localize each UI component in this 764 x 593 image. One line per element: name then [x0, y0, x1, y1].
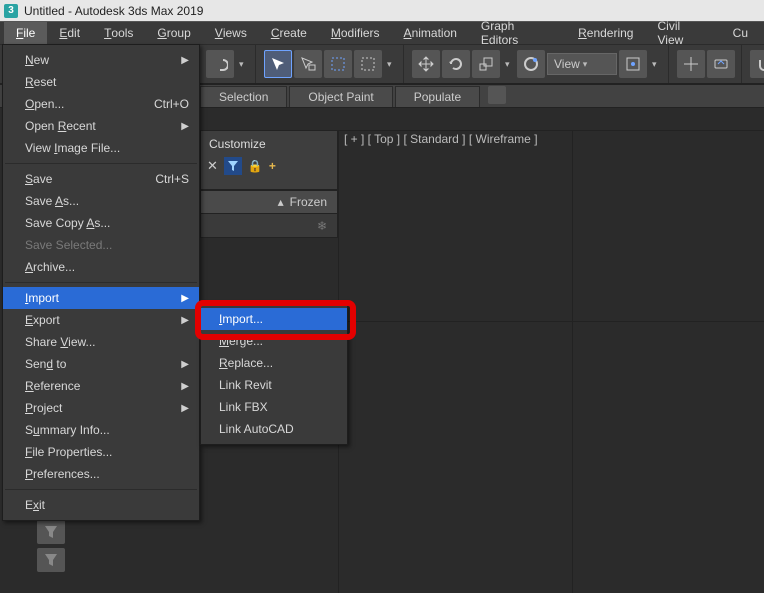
scene-explorer-header: Customize ✕ 🔒 + [200, 130, 338, 190]
submenu-arrow-icon: ▶ [181, 359, 189, 370]
file-menu-file-properties[interactable]: File Properties... [3, 441, 199, 463]
display-filter-icon[interactable] [224, 157, 242, 175]
dropdown-arrow-icon[interactable]: ▾ [239, 59, 249, 70]
explorer-icon-column [37, 520, 65, 572]
import-menu-link-revit[interactable]: Link Revit [201, 374, 347, 396]
menu-modifiers[interactable]: Modifiers [319, 22, 392, 44]
file-menu-new[interactable]: New▶ [3, 49, 199, 71]
lock-icon[interactable]: 🔒 [248, 159, 263, 173]
file-menu-project[interactable]: Project▶ [3, 397, 199, 419]
frozen-icon: ❄ [317, 219, 327, 233]
import-submenu: Import...Merge...Replace...Link RevitLin… [200, 303, 348, 445]
select-object-icon[interactable] [264, 50, 292, 78]
file-menu-send-to[interactable]: Send to▶ [3, 353, 199, 375]
viewport-area[interactable] [338, 130, 764, 593]
submenu-arrow-icon: ▶ [181, 315, 189, 326]
column-header-frozen[interactable]: ▴ Frozen [200, 190, 338, 214]
placement-icon[interactable] [517, 50, 545, 78]
ref-coord-dropdown[interactable]: View▾ [547, 53, 617, 75]
filter-objects-icon[interactable] [37, 520, 65, 544]
file-menu-save-as[interactable]: Save As... [3, 190, 199, 212]
file-menu-reset[interactable]: Reset [3, 71, 199, 93]
scale-icon[interactable] [472, 50, 500, 78]
column-label: Frozen [290, 195, 327, 209]
file-menu-open-recent[interactable]: Open Recent▶ [3, 115, 199, 137]
scene-row[interactable]: ❄ [200, 214, 338, 238]
dropdown-arrow-icon[interactable]: ▾ [652, 59, 662, 70]
add-icon[interactable]: + [269, 159, 276, 173]
menu-group[interactable]: Group [145, 22, 202, 44]
submenu-arrow-icon: ▶ [181, 293, 189, 304]
file-menu-view-image-file[interactable]: View Image File... [3, 137, 199, 159]
window-title: Untitled - Autodesk 3ds Max 2019 [24, 4, 203, 18]
file-menu-save-selected: Save Selected... [3, 234, 199, 256]
menu-rendering[interactable]: Rendering [566, 22, 645, 44]
file-menu-save-copy-as[interactable]: Save Copy As... [3, 212, 199, 234]
select-by-name-icon[interactable] [294, 50, 322, 78]
import-menu-import[interactable]: Import... [201, 308, 347, 330]
dropdown-arrow-icon[interactable]: ▾ [505, 59, 515, 70]
rectangular-region-icon[interactable] [324, 50, 352, 78]
use-pivot-icon[interactable] [619, 50, 647, 78]
file-menu-import[interactable]: Import▶ [3, 287, 199, 309]
window-crossing-icon[interactable] [354, 50, 382, 78]
menu-create[interactable]: Create [259, 22, 319, 44]
filter-shapes-icon[interactable] [37, 548, 65, 572]
sort-arrow-icon: ▴ [278, 195, 284, 209]
menu-animation[interactable]: Animation [392, 22, 469, 44]
rotate-icon[interactable] [442, 50, 470, 78]
file-menu-reference[interactable]: Reference▶ [3, 375, 199, 397]
shortcut-label: Ctrl+O [154, 97, 189, 111]
import-menu-link-fbx[interactable]: Link FBX [201, 396, 347, 418]
snap-icon[interactable] [750, 50, 764, 78]
file-menu-archive[interactable]: Archive... [3, 256, 199, 278]
import-menu-replace[interactable]: Replace... [201, 352, 347, 374]
manipulate-icon[interactable] [677, 50, 705, 78]
file-menu-save[interactable]: SaveCtrl+S [3, 168, 199, 190]
menu-views[interactable]: Views [203, 22, 259, 44]
menu-file[interactable]: File [4, 22, 47, 44]
menu-edit[interactable]: Edit [47, 22, 92, 44]
submenu-arrow-icon: ▶ [181, 381, 189, 392]
import-menu-merge[interactable]: Merge... [201, 330, 347, 352]
import-menu-link-autocad[interactable]: Link AutoCAD [201, 418, 347, 440]
file-menu-dropdown: New▶ResetOpen...Ctrl+OOpen Recent▶View I… [2, 44, 200, 521]
keyboard-shortcut-icon[interactable] [707, 50, 735, 78]
menu-graph-editors[interactable]: Graph Editors [469, 22, 566, 44]
submenu-arrow-icon: ▶ [181, 55, 189, 66]
close-icon[interactable]: ✕ [207, 158, 218, 174]
tab-selection[interactable]: Selection [200, 86, 287, 107]
undo-icon[interactable] [206, 50, 234, 78]
file-menu-open[interactable]: Open...Ctrl+O [3, 93, 199, 115]
menu-tools[interactable]: Tools [92, 22, 145, 44]
file-menu-summary-info[interactable]: Summary Info... [3, 419, 199, 441]
submenu-arrow-icon: ▶ [181, 403, 189, 414]
menu-civil-view[interactable]: Civil View [645, 22, 720, 44]
move-icon[interactable] [412, 50, 440, 78]
submenu-arrow-icon: ▶ [181, 121, 189, 132]
ref-coord-label: View [554, 57, 580, 71]
menu-bar: FileEditToolsGroupViewsCreateModifiersAn… [0, 22, 764, 44]
shortcut-label: Ctrl+S [155, 172, 189, 186]
dropdown-arrow-icon[interactable]: ▾ [387, 59, 397, 70]
app-icon: 3 [4, 4, 18, 18]
ribbon-expand-icon[interactable] [488, 86, 506, 104]
file-menu-exit[interactable]: Exit [3, 494, 199, 516]
title-bar: 3 Untitled - Autodesk 3ds Max 2019 [0, 0, 764, 22]
file-menu-preferences[interactable]: Preferences... [3, 463, 199, 485]
tab-object-paint[interactable]: Object Paint [289, 86, 392, 107]
file-menu-share-view[interactable]: Share View... [3, 331, 199, 353]
tab-populate[interactable]: Populate [395, 86, 480, 107]
menu-cu[interactable]: Cu [721, 22, 760, 44]
customize-menu[interactable]: Customize [209, 137, 266, 151]
file-menu-export[interactable]: Export▶ [3, 309, 199, 331]
